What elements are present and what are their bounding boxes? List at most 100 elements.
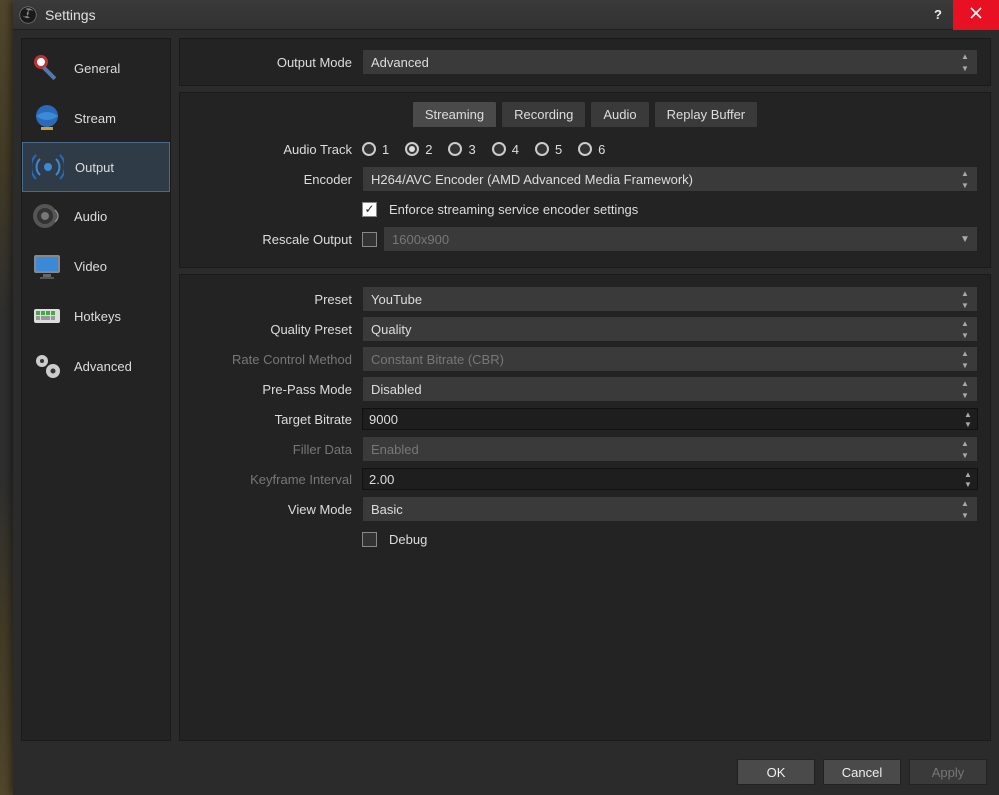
chevron-down-icon: ▼: [957, 389, 973, 401]
view-mode-label: View Mode: [192, 502, 362, 517]
sidebar-item-label: Video: [74, 259, 107, 274]
rate-control-select: Constant Bitrate (CBR)▲▼: [362, 346, 978, 372]
debug-checkbox[interactable]: [362, 532, 377, 547]
tab-audio[interactable]: Audio: [590, 101, 649, 127]
target-bitrate-input[interactable]: 9000▲▼: [362, 408, 978, 430]
dialog-title: Settings: [45, 7, 96, 23]
audio-track-group: 1 2 3 4 5 6: [362, 142, 978, 157]
rate-control-label: Rate Control Method: [192, 352, 362, 367]
sidebar-item-label: Audio: [74, 209, 107, 224]
encoder-select[interactable]: H264/AVC Encoder (AMD Advanced Media Fra…: [362, 166, 978, 192]
cancel-button[interactable]: Cancel: [823, 759, 901, 785]
audio-track-radio-5[interactable]: [535, 142, 549, 156]
broadcast-icon: [31, 150, 65, 184]
sidebar-item-advanced[interactable]: Advanced: [22, 341, 170, 391]
chevron-down-icon: ▼: [961, 419, 975, 429]
keyframe-interval-input[interactable]: 2.00▲▼: [362, 468, 978, 490]
tab-replay-buffer[interactable]: Replay Buffer: [654, 101, 759, 127]
gears-icon: [30, 349, 64, 383]
chevron-down-icon: ▼: [957, 509, 973, 521]
close-icon: [970, 7, 982, 22]
chevron-up-icon: ▲: [957, 377, 973, 389]
sidebar-item-video[interactable]: Video: [22, 241, 170, 291]
close-button[interactable]: [953, 0, 999, 30]
apply-button[interactable]: Apply: [909, 759, 987, 785]
help-icon: ?: [934, 7, 942, 22]
view-mode-select[interactable]: Basic▲▼: [362, 496, 978, 522]
main-content: Output Mode Advanced ▲▼ Streaming Record…: [179, 38, 991, 741]
gear-wrench-icon: [30, 51, 64, 85]
chevron-down-icon: ▼: [957, 62, 973, 74]
quality-preset-label: Quality Preset: [192, 322, 362, 337]
encoder-settings-panel: Preset YouTube▲▼ Quality Preset Quality▲…: [179, 274, 991, 741]
filler-data-label: Filler Data: [192, 442, 362, 457]
audio-track-radio-4[interactable]: [492, 142, 506, 156]
chevron-down-icon: ▼: [957, 227, 973, 251]
chevron-up-icon: ▲: [957, 497, 973, 509]
preset-label: Preset: [192, 292, 362, 307]
filler-data-select: Enabled▲▼: [362, 436, 978, 462]
globe-icon: [30, 101, 64, 135]
sidebar-item-stream[interactable]: Stream: [22, 93, 170, 143]
output-mode-select[interactable]: Advanced ▲▼: [362, 49, 978, 75]
dialog-footer: OK Cancel Apply: [13, 749, 999, 795]
sidebar: General Stream Output Audio: [21, 38, 171, 741]
sidebar-item-hotkeys[interactable]: Hotkeys: [22, 291, 170, 341]
enforce-encoder-label: Enforce streaming service encoder settin…: [389, 202, 638, 217]
sidebar-item-label: Advanced: [74, 359, 132, 374]
chevron-down-icon: ▼: [957, 359, 973, 371]
sidebar-item-label: General: [74, 61, 120, 76]
obs-logo-icon: [19, 6, 37, 24]
chevron-up-icon: ▲: [961, 469, 975, 479]
settings-dialog: Settings ? General Stream: [13, 0, 999, 795]
speaker-icon: [30, 199, 64, 233]
audio-track-label: Audio Track: [192, 142, 362, 157]
sidebar-item-label: Hotkeys: [74, 309, 121, 324]
dialog-body: General Stream Output Audio: [13, 30, 999, 749]
chevron-up-icon: ▲: [957, 437, 973, 449]
sidebar-item-label: Stream: [74, 111, 116, 126]
output-mode-value: Advanced: [371, 55, 429, 70]
chevron-up-icon: ▲: [957, 167, 973, 179]
tab-streaming[interactable]: Streaming: [412, 101, 497, 127]
audio-track-radio-2[interactable]: [405, 142, 419, 156]
target-bitrate-label: Target Bitrate: [192, 412, 362, 427]
debug-label: Debug: [389, 532, 427, 547]
prepass-label: Pre-Pass Mode: [192, 382, 362, 397]
chevron-up-icon: ▲: [957, 287, 973, 299]
chevron-down-icon: ▼: [957, 329, 973, 341]
audio-track-radio-3[interactable]: [448, 142, 462, 156]
titlebar: Settings ?: [13, 0, 999, 30]
preset-select[interactable]: YouTube▲▼: [362, 286, 978, 312]
help-button[interactable]: ?: [923, 0, 953, 30]
chevron-up-icon: ▲: [957, 347, 973, 359]
rescale-output-label: Rescale Output: [192, 232, 362, 247]
keyboard-icon: [30, 299, 64, 333]
chevron-down-icon: ▼: [957, 179, 973, 191]
encoder-panel: Streaming Recording Audio Replay Buffer …: [179, 92, 991, 268]
prepass-select[interactable]: Disabled▲▼: [362, 376, 978, 402]
chevron-up-icon: ▲: [961, 409, 975, 419]
keyframe-interval-label: Keyframe Interval: [192, 472, 362, 487]
rescale-output-select[interactable]: 1600x900 ▼: [383, 226, 978, 252]
chevron-down-icon: ▼: [957, 449, 973, 461]
sidebar-item-output[interactable]: Output: [22, 142, 170, 192]
audio-track-radio-1[interactable]: [362, 142, 376, 156]
chevron-down-icon: ▼: [961, 479, 975, 489]
enforce-encoder-checkbox[interactable]: ✓: [362, 202, 377, 217]
sidebar-item-audio[interactable]: Audio: [22, 191, 170, 241]
rescale-output-checkbox[interactable]: [362, 232, 377, 247]
encoder-label: Encoder: [192, 172, 362, 187]
chevron-up-icon: ▲: [957, 317, 973, 329]
chevron-down-icon: ▼: [957, 299, 973, 311]
chevron-up-icon: ▲: [957, 50, 973, 62]
sidebar-item-general[interactable]: General: [22, 43, 170, 93]
tabbar: Streaming Recording Audio Replay Buffer: [180, 93, 990, 127]
audio-track-radio-6[interactable]: [578, 142, 592, 156]
output-mode-panel: Output Mode Advanced ▲▼: [179, 38, 991, 86]
ok-button[interactable]: OK: [737, 759, 815, 785]
sidebar-item-label: Output: [75, 160, 114, 175]
monitor-icon: [30, 249, 64, 283]
quality-preset-select[interactable]: Quality▲▼: [362, 316, 978, 342]
tab-recording[interactable]: Recording: [501, 101, 586, 127]
